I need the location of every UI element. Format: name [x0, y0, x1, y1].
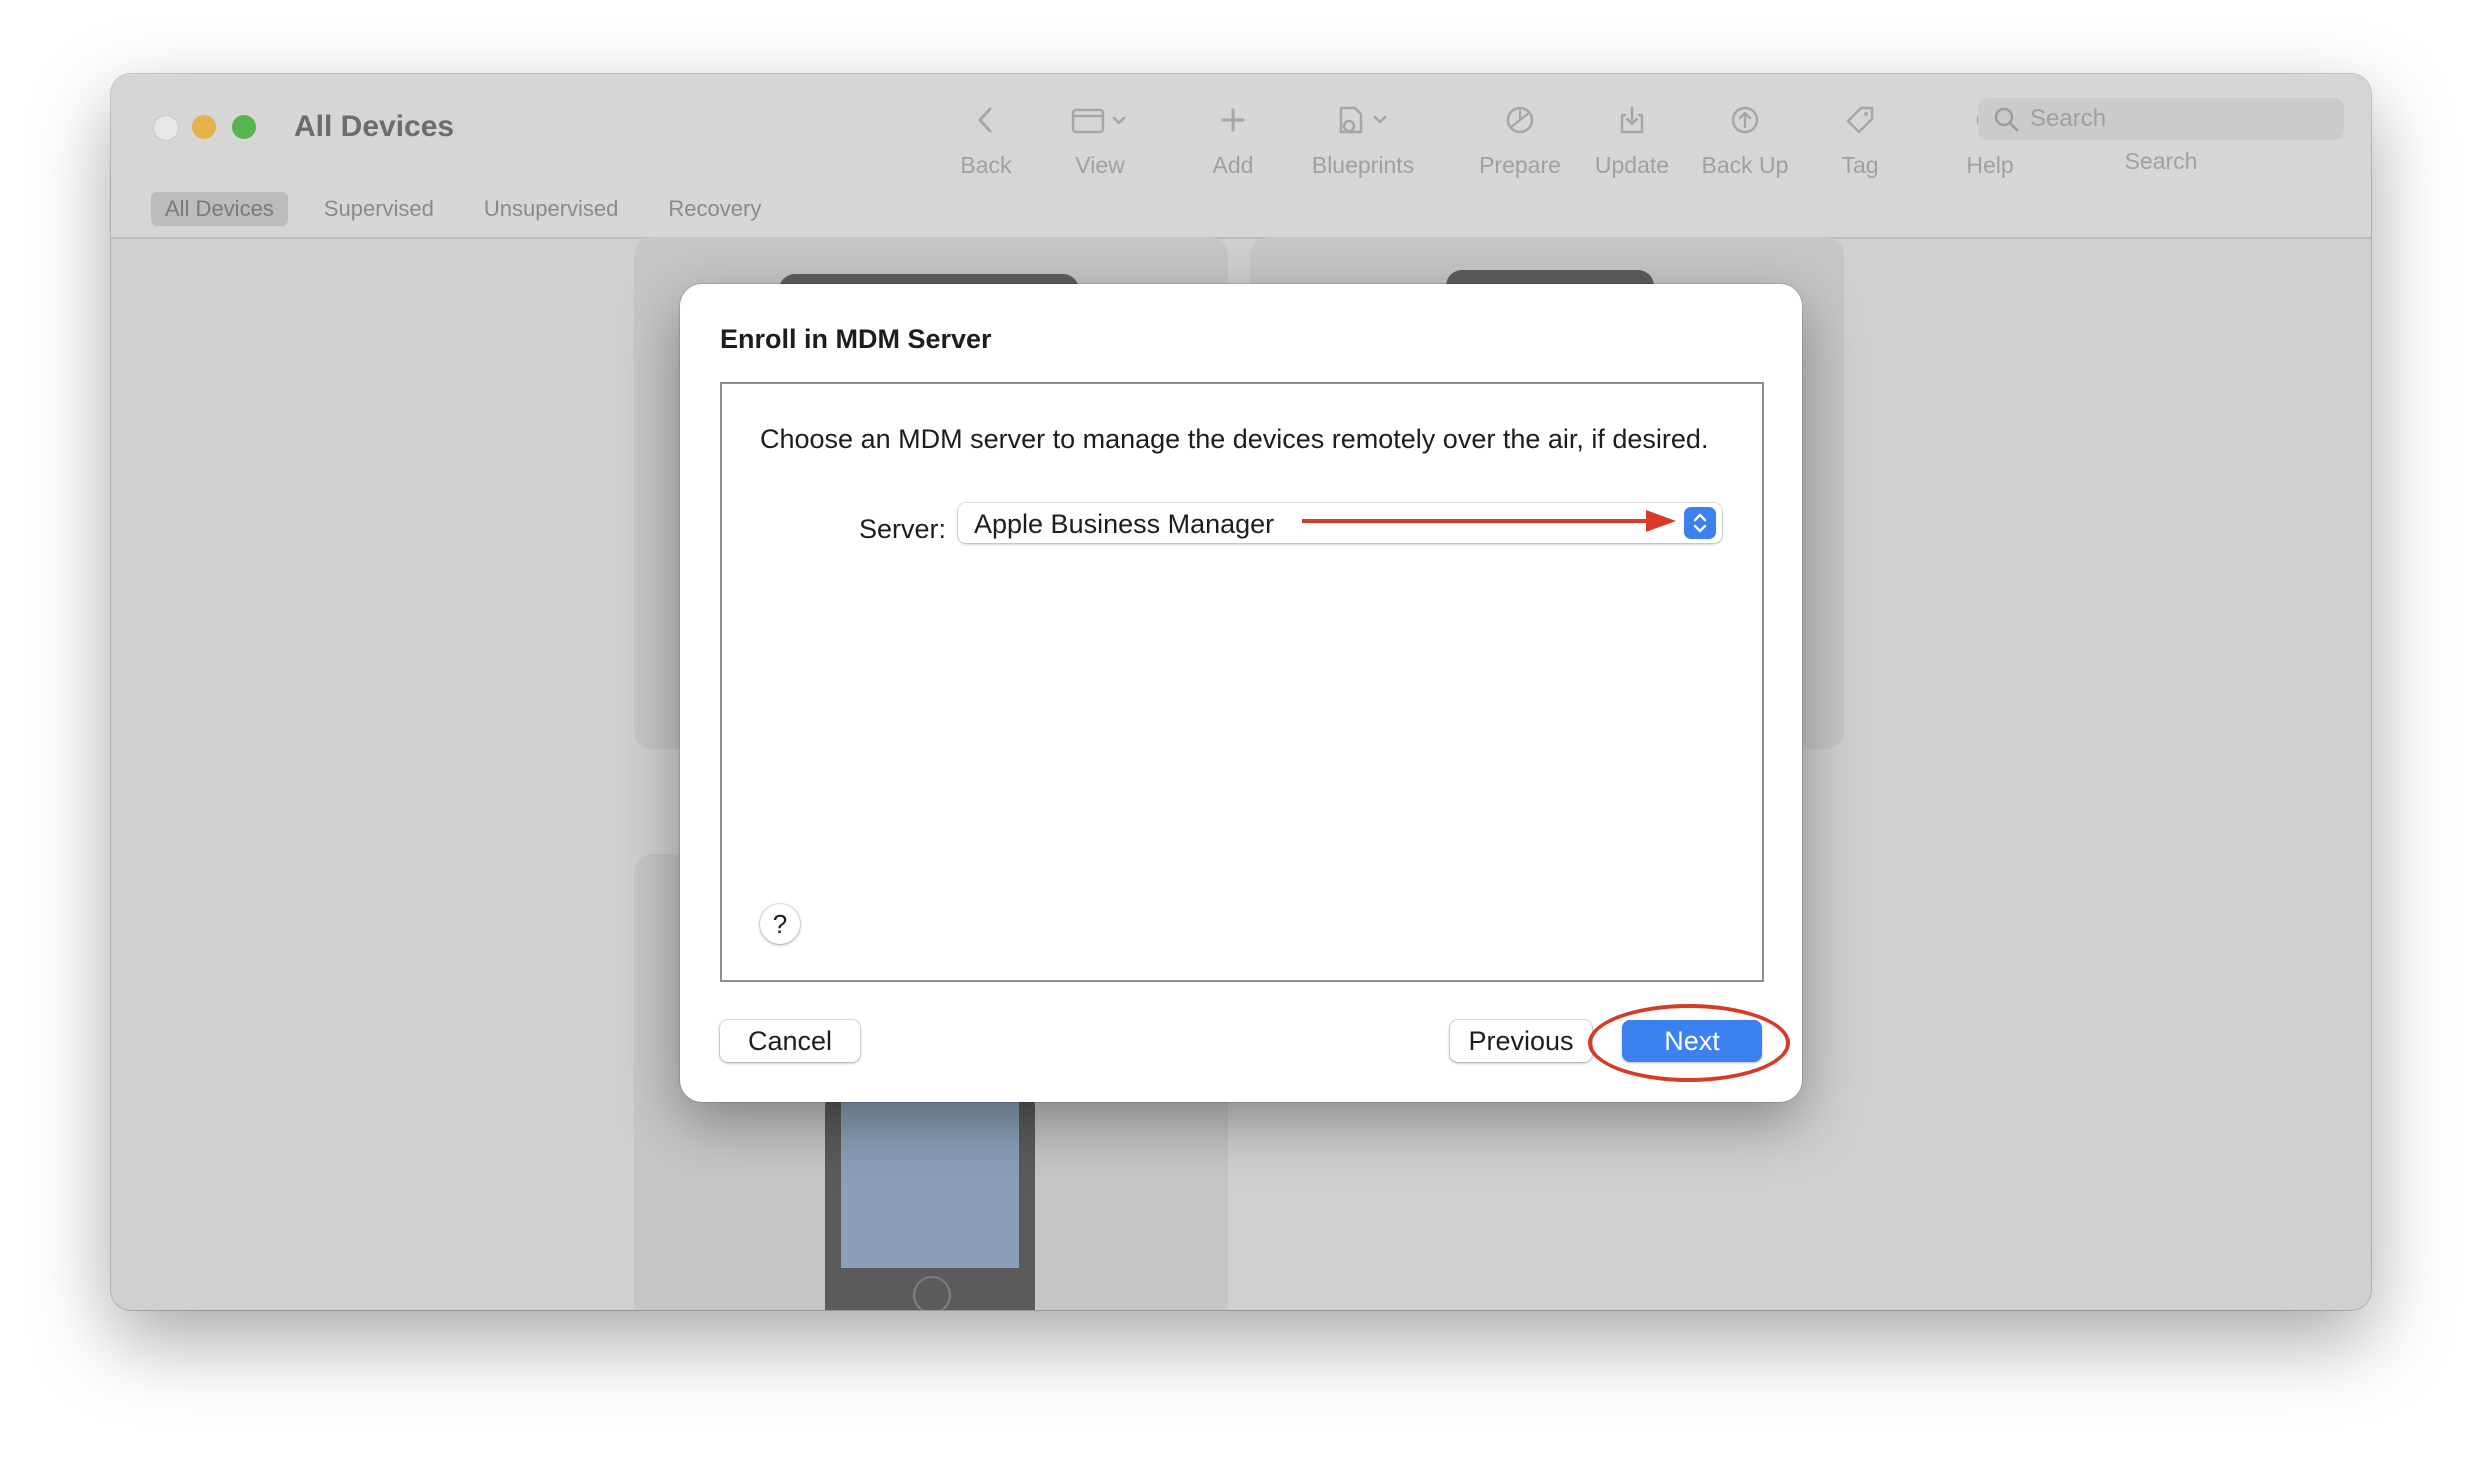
add-button[interactable]: Add [1158, 98, 1308, 179]
tab-unsupervised[interactable]: Unsupervised [470, 192, 633, 226]
search-icon [1992, 105, 2020, 133]
tab-supervised[interactable]: Supervised [310, 192, 448, 226]
home-button-icon [913, 1276, 951, 1310]
server-selected-value: Apple Business Manager [974, 509, 1275, 539]
tag-icon [1785, 98, 1935, 142]
server-label: Server: [859, 514, 947, 544]
blueprints-button[interactable]: Blueprints [1288, 98, 1438, 179]
help-button[interactable]: ? [760, 904, 800, 944]
toolbar: All Devices Back View Add Blueprints Pre… [111, 74, 2371, 239]
blueprints-icon [1288, 98, 1438, 142]
annotation-arrow [1302, 510, 1676, 532]
tab-all-devices[interactable]: All Devices [151, 192, 288, 226]
device-screen [841, 1098, 1019, 1268]
window-title: All Devices [294, 110, 455, 143]
dialog-content-box: Choose an MDM server to manage the devic… [720, 382, 1764, 982]
dialog-title: Enroll in MDM Server [720, 324, 992, 354]
minimize-window-button[interactable] [192, 115, 216, 139]
zoom-window-button[interactable] [232, 115, 256, 139]
tab-recovery[interactable]: Recovery [654, 192, 775, 226]
tag-label: Tag [1841, 152, 1879, 178]
tag-button[interactable]: Tag [1785, 98, 1935, 179]
search-placeholder: Search [2030, 105, 2107, 132]
add-label: Add [1212, 152, 1254, 178]
next-button[interactable]: Next [1622, 1020, 1762, 1062]
search-label: Search [2124, 148, 2198, 174]
close-window-button[interactable] [153, 115, 179, 141]
blueprints-label: Blueprints [1311, 152, 1415, 178]
plus-icon [1158, 98, 1308, 142]
enroll-mdm-dialog: Enroll in MDM Server Choose an MDM serve… [680, 284, 1802, 1102]
instruction-text: Choose an MDM server to manage the devic… [760, 424, 1709, 454]
previous-button[interactable]: Previous [1450, 1020, 1592, 1062]
view-icon [1025, 98, 1175, 142]
view-label: View [1075, 152, 1125, 178]
search-input[interactable]: Search [1978, 98, 2344, 140]
scope-tabs: All Devices Supervised Unsupervised Reco… [151, 192, 787, 226]
cancel-button[interactable]: Cancel [720, 1020, 860, 1062]
view-button[interactable]: View [1025, 98, 1175, 179]
chevron-up-down-icon [1684, 507, 1716, 539]
device-image [825, 1082, 1035, 1310]
